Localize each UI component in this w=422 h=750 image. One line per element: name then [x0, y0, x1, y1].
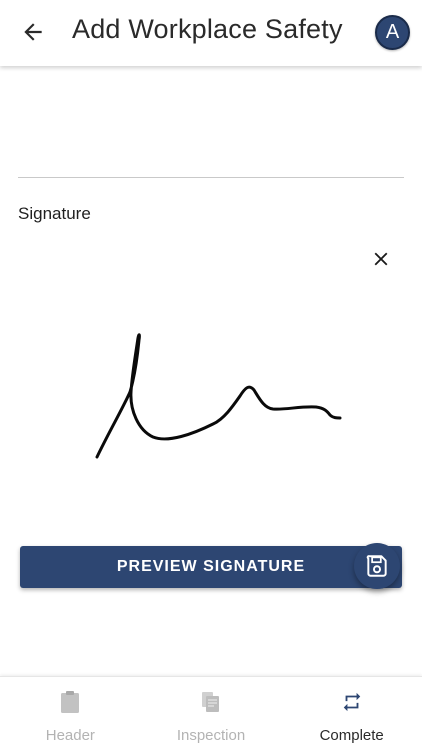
nav-label: Inspection: [176, 727, 246, 744]
nav-item-complete[interactable]: Complete: [281, 677, 422, 750]
nav-label: Header: [45, 727, 95, 744]
close-icon: [374, 252, 388, 266]
page-title: Add Workplace Safety: [72, 14, 343, 44]
clipboard-icon: [61, 691, 80, 713]
preview-signature-button[interactable]: PREVIEW SIGNATURE: [20, 546, 402, 588]
nav-label: Complete: [319, 727, 384, 744]
app-header: Add Workplace Safety A: [0, 0, 422, 66]
signature-pad[interactable]: [18, 280, 404, 520]
floppy-disk-icon: [366, 555, 387, 577]
nav-item-inspection[interactable]: Inspection: [141, 677, 282, 750]
signature-stroke: [95, 333, 342, 459]
save-button[interactable]: [354, 543, 400, 589]
clear-signature-button[interactable]: [368, 246, 394, 272]
nav-item-header[interactable]: Header: [0, 677, 141, 750]
documents-icon: [202, 692, 219, 712]
repeat-arrows-icon: [343, 692, 360, 712]
section-divider: [18, 177, 404, 178]
back-button[interactable]: [18, 17, 48, 47]
user-avatar[interactable]: A: [375, 15, 410, 50]
arrow-left-icon: [24, 23, 42, 41]
signature-label: Signature: [18, 204, 91, 223]
bottom-navigation: Header Inspection Complete: [0, 676, 422, 750]
